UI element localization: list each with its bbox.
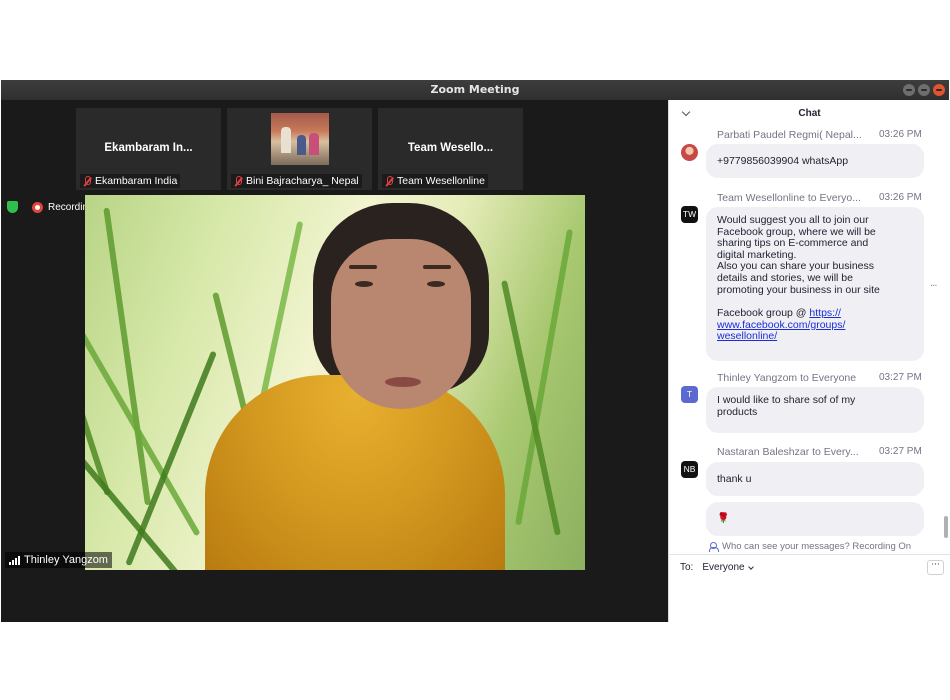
- thumbnail-bini[interactable]: Bini Bajracharya_ Nepal: [227, 108, 372, 190]
- chat-scrollbar[interactable]: [944, 516, 948, 538]
- signal-icon: [9, 555, 20, 565]
- thumbnail-name-label: Ekambaram India: [80, 174, 181, 188]
- avatar: NB: [681, 461, 698, 478]
- message-line: I would like to share sof of my: [717, 394, 856, 406]
- window-controls: [903, 84, 945, 96]
- message-bubble: 🌹: [706, 502, 924, 536]
- mic-muted-icon: [234, 175, 242, 187]
- zoom-window: Zoom Meeting Ekambaram In... Ekambaram I…: [1, 80, 950, 622]
- message-sender: Team Wesellonline to Everyo...: [717, 192, 861, 204]
- more-options-button[interactable]: ···: [927, 560, 944, 575]
- avatar: T: [681, 386, 698, 403]
- thumbnail-title: Ekambaram In...: [104, 142, 193, 154]
- active-speaker-video: [85, 195, 585, 570]
- chevron-down-icon[interactable]: [681, 107, 691, 117]
- active-speaker-name-label: Thinley Yangzom: [5, 552, 112, 568]
- facebook-group-link[interactable]: wesellonline/: [717, 330, 777, 343]
- maximize-button[interactable]: [918, 84, 930, 96]
- recipient-select[interactable]: Everyone: [699, 561, 755, 574]
- chat-title: Chat: [798, 108, 821, 119]
- link-prefix: Facebook group @: [717, 307, 810, 320]
- message-text: +9779856039904 whatsApp: [717, 155, 849, 167]
- message-line: Would suggest you all to join our: [717, 214, 869, 226]
- title-bar: Zoom Meeting: [1, 80, 949, 100]
- message-sender: Nastaran Baleshzar to Every...: [717, 446, 859, 458]
- message-time: 03:27 PM: [879, 446, 922, 457]
- to-label: To:: [680, 562, 694, 573]
- message-time: 03:26 PM: [879, 192, 922, 203]
- active-speaker-name: Thinley Yangzom: [24, 554, 108, 566]
- avatar: TW: [681, 206, 698, 223]
- participant-photo: [271, 113, 329, 165]
- message-time: 03:26 PM: [879, 129, 922, 140]
- shield-icon[interactable]: [7, 201, 18, 213]
- thumbnail-ekambaram[interactable]: Ekambaram In... Ekambaram India: [76, 108, 221, 190]
- participant-name: Bini Bajracharya_ Nepal: [246, 175, 359, 187]
- thumbnail-team-wesellonline[interactable]: Team Wesello... Team Wesellonline: [378, 108, 523, 190]
- message-bubble: thank u: [706, 462, 924, 496]
- message-line: products: [717, 405, 758, 418]
- chat-panel: Chat Parbati Paudel Regmi( Nepal... 03:2…: [668, 100, 950, 622]
- recipient-value: Everyone: [702, 562, 745, 573]
- video-area: Ekambaram In... Ekambaram India Bini Baj…: [1, 100, 668, 622]
- minimize-button[interactable]: [903, 84, 915, 96]
- message-bubble: Would suggest you all to join our Facebo…: [706, 207, 924, 361]
- thumbnail-name-label: Team Wesellonline: [382, 174, 488, 188]
- speaker-shawl: [205, 375, 505, 570]
- rose-emoji: 🌹: [717, 513, 730, 524]
- facebook-group-link[interactable]: www.facebook.com/groups/: [717, 319, 845, 331]
- facebook-group-link[interactable]: https://: [809, 307, 841, 319]
- meeting-status-row: Recording: [7, 201, 94, 213]
- participant-name: Team Wesellonline: [397, 175, 485, 187]
- message-bubble: I would like to share sof of my products: [706, 387, 924, 433]
- message-sender: Thinley Yangzom to Everyone: [717, 372, 857, 384]
- participant-name: Ekambaram India: [95, 175, 178, 187]
- mic-muted-icon: [385, 175, 393, 187]
- message-bubble: +9779856039904 whatsApp: [706, 144, 924, 178]
- recipient-row: To: Everyone: [680, 561, 756, 574]
- avatar: [681, 144, 698, 161]
- thumbnail-title: Team Wesello...: [407, 142, 494, 154]
- message-time: 03:27 PM: [879, 372, 922, 383]
- close-button[interactable]: [933, 84, 945, 96]
- chat-header: Chat: [669, 100, 950, 128]
- participant-thumbnail-strip: Ekambaram In... Ekambaram India Bini Baj…: [1, 100, 668, 194]
- privacy-notice[interactable]: Who can see your messages? Recording On: [709, 541, 911, 552]
- divider: [669, 554, 950, 555]
- people-icon: [709, 542, 719, 552]
- chevron-down-icon: [747, 563, 754, 570]
- window-title: Zoom Meeting: [430, 83, 520, 96]
- thumbnail-name-label: Bini Bajracharya_ Nepal: [231, 174, 362, 188]
- more-icon[interactable]: ···: [930, 281, 937, 292]
- message-text: thank u: [717, 473, 752, 485]
- privacy-text: Who can see your messages? Recording On: [722, 541, 912, 552]
- message-sender: Parbati Paudel Regmi( Nepal...: [717, 129, 862, 141]
- message-line: details and stories, we will be: [717, 271, 853, 284]
- message-line: promoting your business in our site: [717, 283, 880, 296]
- record-icon: [32, 201, 43, 213]
- mic-muted-icon: [83, 175, 91, 187]
